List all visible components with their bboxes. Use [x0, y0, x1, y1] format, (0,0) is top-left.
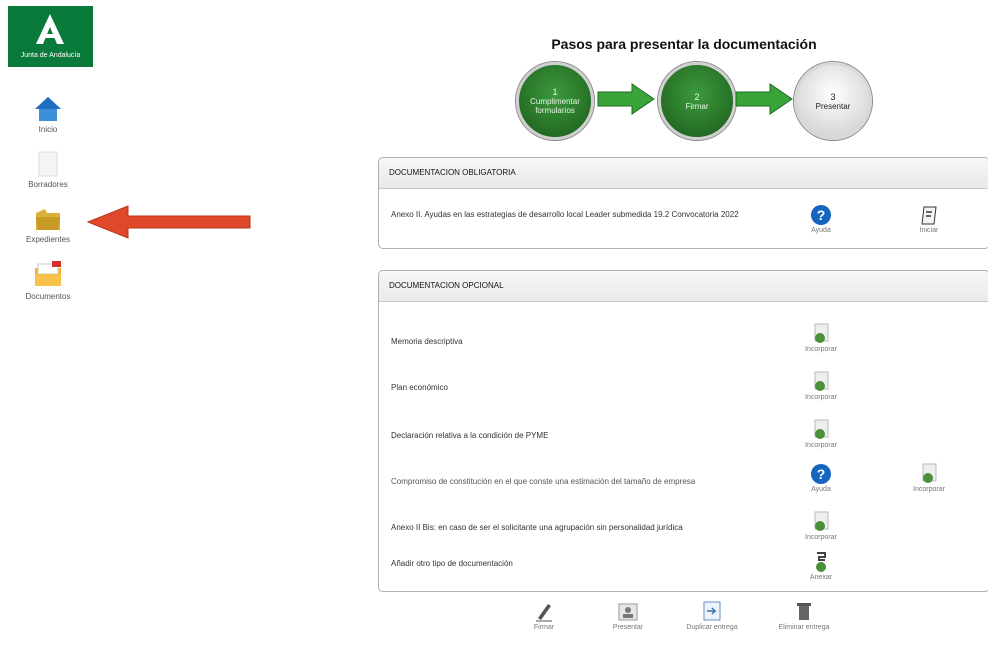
step-3: 3 Presentar [794, 62, 872, 140]
sidebar-item-label: Documentos [25, 292, 71, 301]
table-row: Declaración relativa a la condición de P… [379, 411, 988, 457]
help-icon: ? [811, 205, 831, 225]
sidebar-item-label: Borradores [28, 180, 68, 189]
action-label: Incorporar [805, 346, 837, 353]
pen-icon [536, 604, 552, 622]
sidebar-item-label: Inicio [38, 125, 58, 134]
sign-button[interactable]: Firmar [514, 600, 574, 632]
step-arrow-icon [735, 83, 793, 115]
duplicate-button[interactable]: Duplicar entrega [682, 600, 742, 632]
action-label: Incorporar [805, 394, 837, 401]
submit-icon [618, 603, 638, 621]
step-number: 2 [694, 91, 700, 102]
help-icon: ? [811, 464, 831, 484]
panel-heading: DOCUMENTACION OBLIGATORIA [379, 158, 988, 189]
action-label: Incorporar [805, 442, 837, 449]
home-icon [35, 97, 61, 121]
action-label: Incorporar [913, 486, 945, 493]
doc-name: Declaración relativa a la condición de P… [391, 431, 549, 440]
documents-icon [35, 261, 61, 286]
incorporate-button[interactable]: Incorporar [901, 463, 957, 493]
svg-text:?: ? [817, 466, 826, 482]
optional-panel: DOCUMENTACION OPCIONAL Memoria descripti… [378, 270, 988, 592]
logo-a-icon [36, 14, 64, 44]
table-row: Anexo II Bis: en caso de ser el solicita… [379, 501, 988, 547]
table-row: Memoria descriptiva Incorporar [379, 315, 988, 361]
logo-text: Junta de Andalucía [20, 52, 81, 59]
draft-icon [38, 151, 58, 177]
toolbar-label: Eliminar entrega [778, 624, 830, 631]
panel-heading: DOCUMENTACION OPCIONAL [379, 271, 988, 302]
help-button[interactable]: ? Ayuda [793, 463, 849, 493]
table-row: Compromiso de constitución en el que con… [379, 455, 988, 501]
incorporate-icon [814, 323, 829, 343]
step-label: Presentar [815, 101, 851, 111]
trash-icon [797, 603, 811, 620]
step-label: Cumplimentar formularios [530, 97, 580, 115]
toolbar-label: Duplicar entrega [686, 624, 738, 631]
incorporate-icon [814, 511, 829, 531]
svg-text:?: ? [817, 207, 826, 223]
step-number: 1 [552, 87, 558, 97]
red-arrow-icon [86, 205, 251, 239]
folder-icon [36, 209, 60, 230]
step-1: 1 Cumplimentar formularios [516, 62, 594, 140]
doc-name: Compromiso de constitución en el que con… [391, 477, 696, 486]
doc-name: Añadir otro tipo de documentación [391, 559, 513, 568]
toolbar-label: Presentar [612, 624, 644, 631]
delete-button[interactable]: Eliminar entrega [774, 600, 834, 632]
table-row: Anexo II. Ayudas en las estrategias de d… [379, 196, 988, 242]
doc-name: Anexo II. Ayudas en las estrategias de d… [391, 210, 739, 219]
sidebar-item-documentos[interactable]: Documentos [8, 260, 88, 301]
table-row: Plan económico Incorporar [379, 363, 988, 409]
action-label: Ayuda [811, 227, 831, 234]
table-row: Añadir otro tipo de documentación Anexar [379, 543, 988, 589]
step-label: Firmar [685, 101, 709, 111]
doc-name: Plan económico [391, 383, 448, 392]
start-button[interactable]: Iniciar [901, 204, 957, 234]
step-number: 3 [830, 91, 836, 102]
attach-icon [816, 552, 826, 572]
mandatory-panel: DOCUMENTACION OBLIGATORIA Anexo II. Ayud… [378, 157, 988, 249]
incorporate-icon [814, 419, 829, 439]
step-arrow-icon [597, 83, 655, 115]
incorporate-icon [922, 463, 937, 483]
doc-name: Anexo II Bis: en caso de ser el solicita… [391, 523, 683, 532]
action-label: Anexar [809, 574, 833, 581]
help-button[interactable]: ? Ayuda [793, 204, 849, 234]
attach-button[interactable]: Anexar [793, 551, 849, 581]
junta-logo[interactable]: Junta de Andalucía [8, 6, 93, 67]
action-label: Incorporar [805, 534, 837, 541]
sidebar-item-inicio[interactable]: Inicio [8, 95, 88, 134]
incorporate-button[interactable]: Incorporar [793, 323, 849, 353]
incorporate-icon [814, 371, 829, 391]
action-label: Iniciar [919, 227, 939, 234]
sidebar-item-expedientes[interactable]: Expedientes [8, 205, 88, 244]
incorporate-button[interactable]: Incorporar [793, 511, 849, 541]
sidebar-item-borradores[interactable]: Borradores [8, 150, 88, 189]
duplicate-icon [703, 601, 721, 621]
sidebar-item-label: Expedientes [25, 235, 71, 244]
toolbar-label: Firmar [533, 624, 555, 631]
submit-button[interactable]: Presentar [598, 600, 658, 632]
incorporate-button[interactable]: Incorporar [793, 419, 849, 449]
step-2: 2 Firmar [658, 62, 736, 140]
sign-start-icon [921, 206, 937, 225]
page-title: Pasos para presentar la documentación [551, 36, 817, 52]
steps-progress: 1 Cumplimentar formularios 2 Firmar 3 Pr… [516, 58, 872, 140]
doc-name: Memoria descriptiva [391, 337, 463, 346]
incorporate-button[interactable]: Incorporar [793, 371, 849, 401]
action-label: Ayuda [811, 486, 831, 493]
